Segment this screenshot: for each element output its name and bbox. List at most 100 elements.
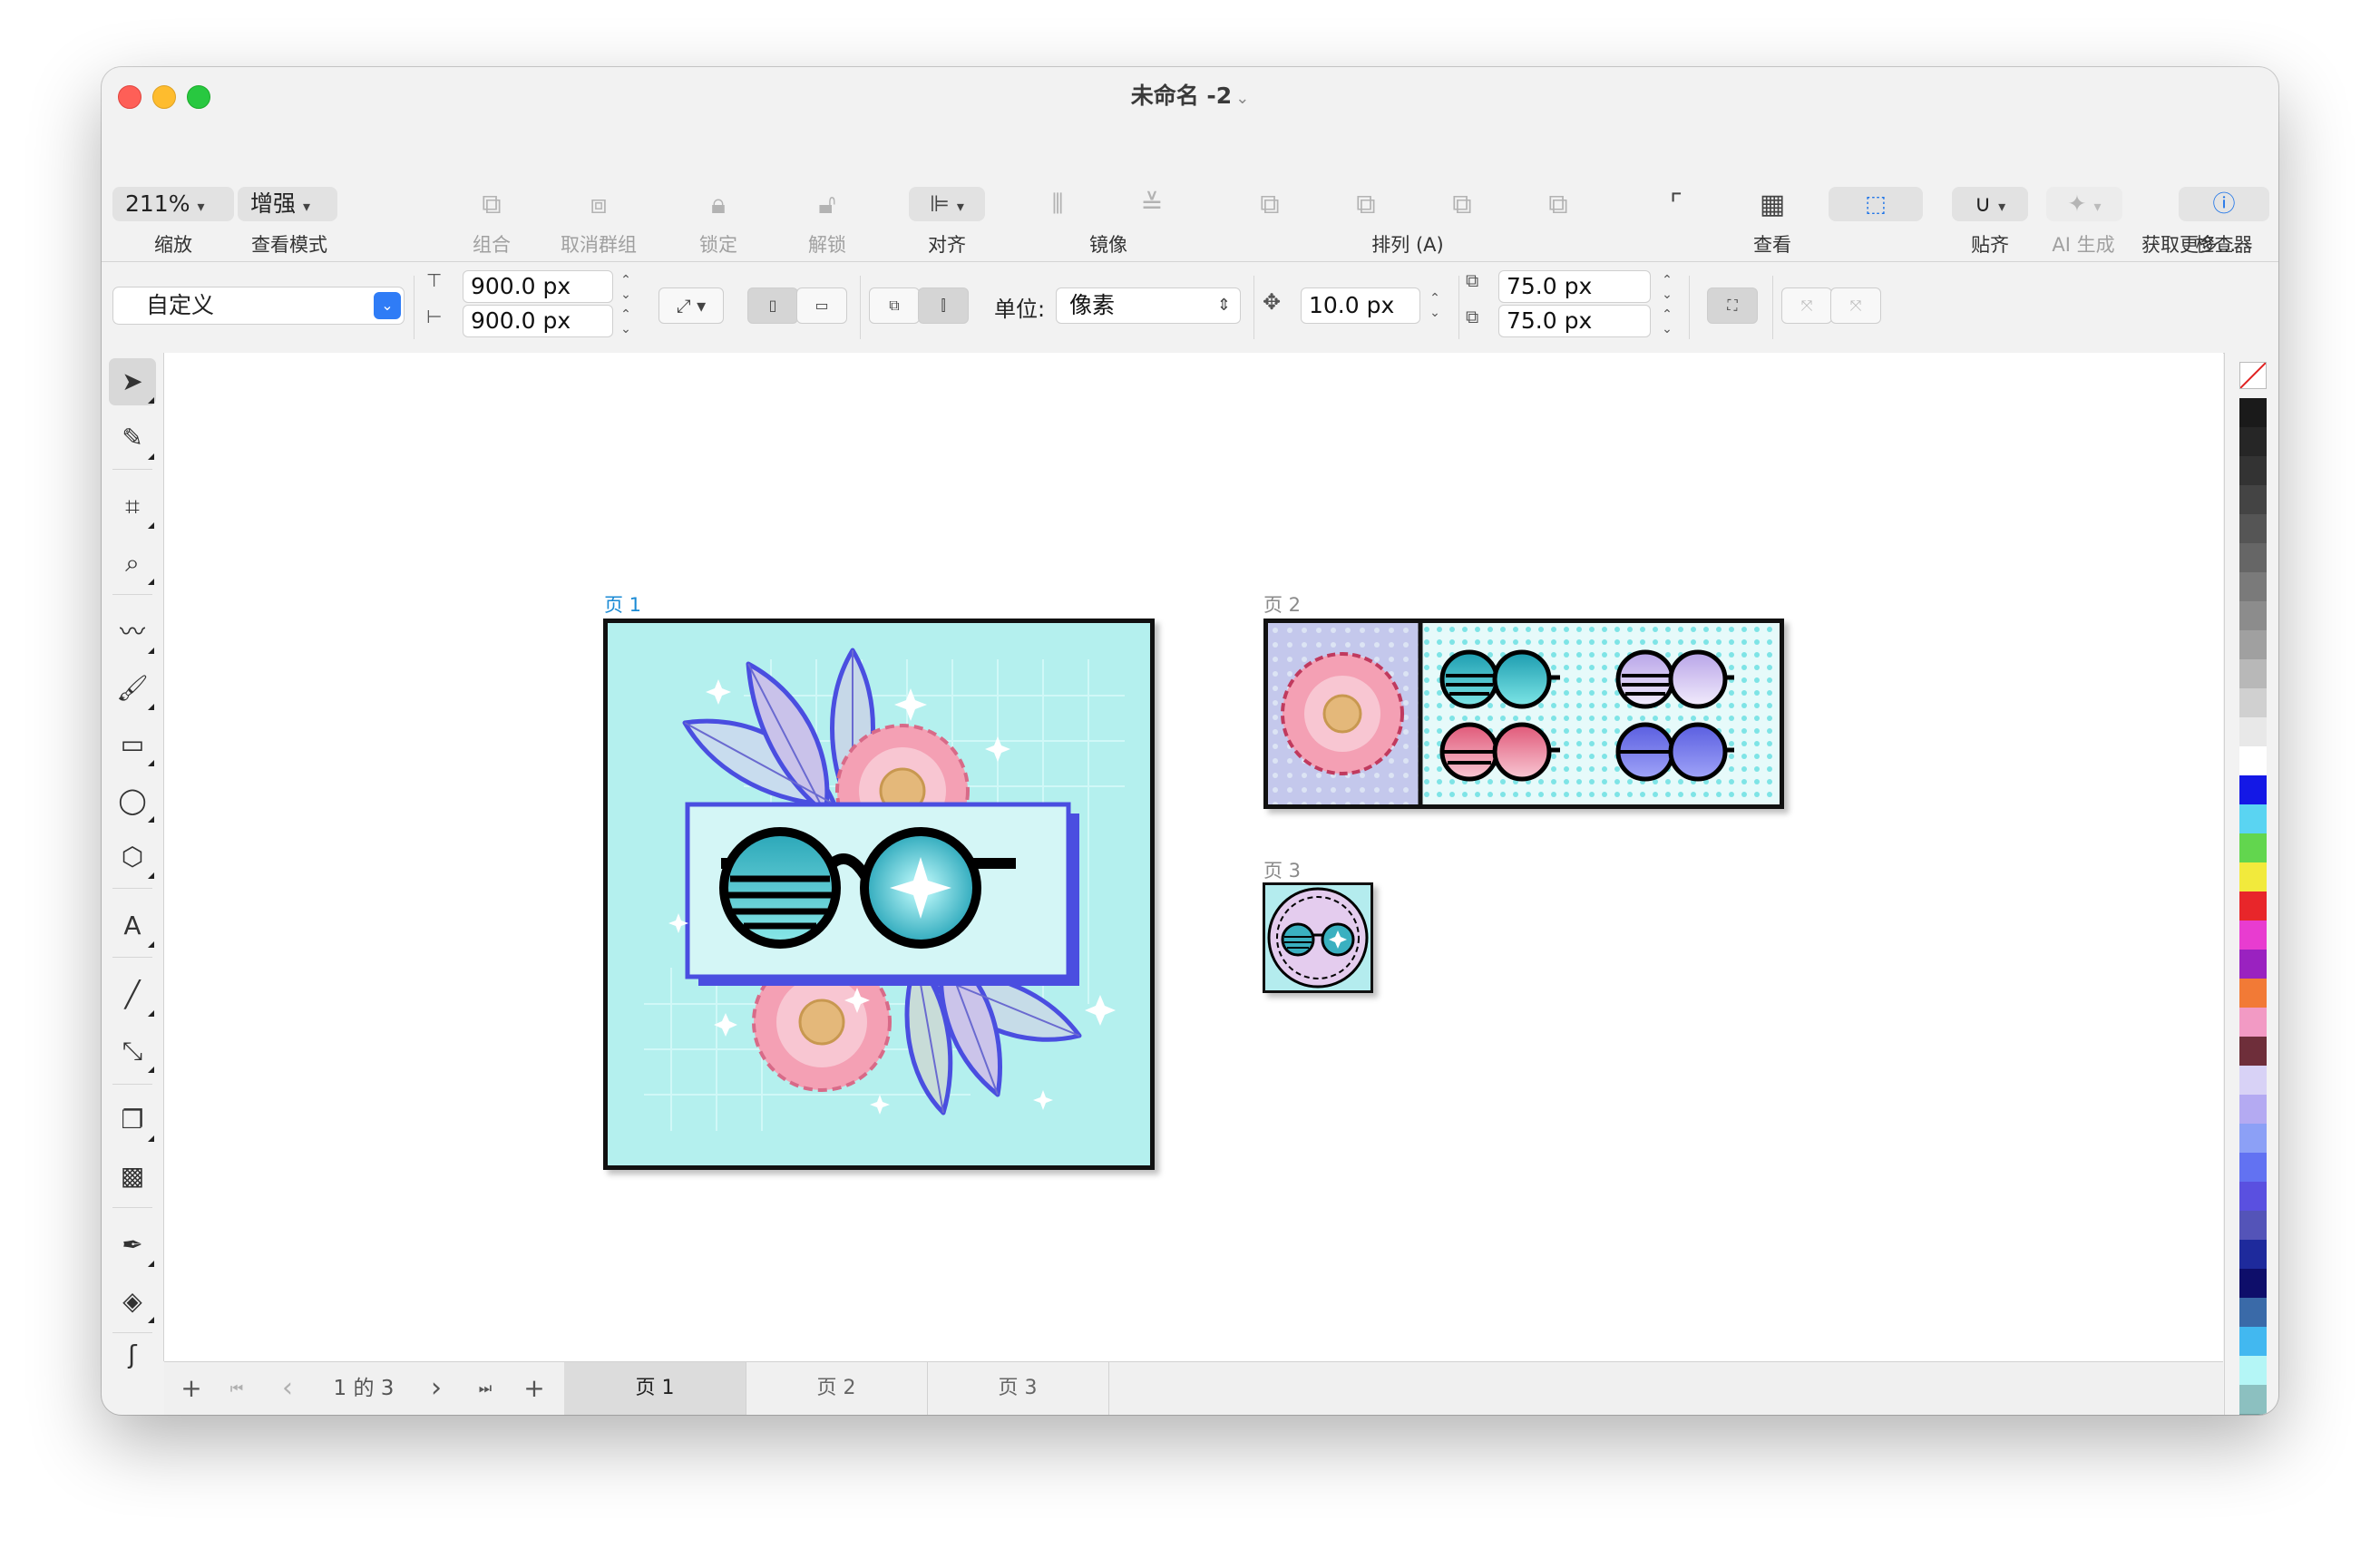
- color-swatch[interactable]: [2239, 427, 2267, 456]
- freehand-tool[interactable]: 〰: [109, 609, 156, 656]
- zoom-tool[interactable]: ⌕: [109, 540, 156, 587]
- color-swatch[interactable]: [2239, 659, 2267, 688]
- duplicate-y-field[interactable]: 75.0 px: [1498, 305, 1651, 337]
- page-width-field[interactable]: 900.0 px: [463, 270, 613, 303]
- nudge-distance-field[interactable]: 10.0 px: [1301, 287, 1420, 324]
- duplicate-x-field[interactable]: 75.0 px: [1498, 270, 1651, 303]
- color-swatch[interactable]: [2239, 1182, 2267, 1211]
- landscape-button[interactable]: ▭: [796, 287, 847, 324]
- to-back-icon[interactable]: ⧉: [1540, 187, 1576, 223]
- color-swatch[interactable]: [2239, 1414, 2267, 1415]
- fill-tool[interactable]: ◈: [109, 1278, 156, 1325]
- drawing-canvas[interactable]: 页 1 页 2 页 3: [164, 353, 2223, 1361]
- color-swatch[interactable]: [2239, 601, 2267, 630]
- color-swatch[interactable]: [2239, 862, 2267, 891]
- color-swatch[interactable]: [2239, 1211, 2267, 1240]
- color-swatch[interactable]: [2239, 1240, 2267, 1269]
- transform-lock-button[interactable]: ⤧: [1781, 287, 1832, 324]
- color-swatch[interactable]: [2239, 688, 2267, 717]
- prev-page-button[interactable]: ‹: [269, 1362, 306, 1415]
- guidelines-toggle[interactable]: ⬚: [1829, 187, 1923, 221]
- color-swatch[interactable]: [2239, 1124, 2267, 1153]
- page-2[interactable]: [1263, 619, 1784, 809]
- color-swatch[interactable]: [2239, 1356, 2267, 1385]
- duplicate-x-stepper[interactable]: ⌃ ⌄: [1658, 273, 1676, 302]
- lock-icon[interactable]: 🔒︎: [700, 187, 736, 223]
- color-swatch[interactable]: [2239, 1008, 2267, 1037]
- color-swatch[interactable]: [2239, 1037, 2267, 1066]
- color-swatch[interactable]: [2239, 1327, 2267, 1356]
- treat-as-filled-button[interactable]: ⛶: [1707, 287, 1758, 324]
- color-swatch[interactable]: [2239, 1298, 2267, 1327]
- document-title[interactable]: 未命名 -2 ⌄: [102, 78, 2278, 111]
- transform-unlock-button[interactable]: ⤧: [1830, 287, 1881, 324]
- color-swatch[interactable]: [2239, 1385, 2267, 1414]
- snap-dropdown[interactable]: ∪ ▾: [1952, 187, 2028, 221]
- no-color-swatch[interactable]: [2239, 362, 2267, 389]
- smear-tool[interactable]: ʃ: [109, 1341, 156, 1369]
- color-swatch[interactable]: [2239, 775, 2267, 804]
- color-swatch[interactable]: [2239, 979, 2267, 1008]
- connector-tool[interactable]: ⤡: [109, 1028, 156, 1075]
- to-front-icon[interactable]: ⧉: [1252, 187, 1288, 223]
- grid-icon[interactable]: ▦: [1754, 187, 1790, 223]
- color-swatch[interactable]: [2239, 1153, 2267, 1182]
- width-stepper[interactable]: ⌃ ⌄: [617, 273, 635, 302]
- line-tool[interactable]: ╱: [109, 971, 156, 1018]
- color-swatch[interactable]: [2239, 891, 2267, 921]
- page-1[interactable]: [603, 619, 1155, 1170]
- page-tab-3[interactable]: 页 3: [927, 1362, 1109, 1415]
- color-swatch[interactable]: [2239, 950, 2267, 979]
- page-tab-1[interactable]: 页 1: [564, 1362, 746, 1415]
- view-mode-dropdown[interactable]: 增强 ▾: [238, 187, 337, 221]
- unlock-icon[interactable]: 🔓︎: [809, 187, 845, 223]
- page-3-label[interactable]: 页 3: [1263, 856, 1301, 883]
- duplicate-y-stepper[interactable]: ⌃ ⌄: [1658, 307, 1676, 336]
- shadow-tool[interactable]: ❐: [109, 1096, 156, 1144]
- unit-select[interactable]: 像素 ⇕: [1056, 287, 1241, 324]
- shape-tool[interactable]: ✎: [109, 414, 156, 462]
- next-page-button[interactable]: ›: [418, 1362, 454, 1415]
- color-swatch[interactable]: [2239, 456, 2267, 485]
- add-page-after-button[interactable]: +: [516, 1362, 552, 1415]
- current-page-button[interactable]: ⫿: [918, 287, 969, 324]
- color-swatch[interactable]: [2239, 572, 2267, 601]
- color-swatch[interactable]: [2239, 804, 2267, 833]
- ellipse-tool[interactable]: ◯: [109, 777, 156, 824]
- color-swatch[interactable]: [2239, 485, 2267, 514]
- page-size-dropdown[interactable]: ⤢ ▾: [658, 287, 724, 324]
- color-swatch[interactable]: [2239, 398, 2267, 427]
- height-stepper[interactable]: ⌃ ⌄: [617, 307, 635, 336]
- mirror-horizontal-icon[interactable]: ⫴: [1039, 187, 1076, 223]
- last-page-button[interactable]: ⏭: [467, 1362, 503, 1415]
- color-swatch[interactable]: [2239, 630, 2267, 659]
- transparency-tool[interactable]: ▩: [109, 1153, 156, 1200]
- eyedropper-tool[interactable]: ✒: [109, 1222, 156, 1269]
- page-3[interactable]: [1263, 882, 1373, 993]
- color-swatch[interactable]: [2239, 717, 2267, 746]
- crop-tool[interactable]: ⌗: [109, 483, 156, 531]
- page-2-label[interactable]: 页 2: [1263, 590, 1301, 618]
- color-swatch[interactable]: [2239, 921, 2267, 950]
- page-preset-select[interactable]: 自定义 ⌄: [112, 287, 405, 325]
- color-swatch[interactable]: [2239, 514, 2267, 543]
- first-page-button[interactable]: ⏮: [219, 1362, 255, 1415]
- mirror-vertical-icon[interactable]: ≚: [1134, 187, 1170, 223]
- color-swatch[interactable]: [2239, 1095, 2267, 1124]
- inspector-button[interactable]: ⓘ: [2179, 187, 2269, 221]
- pick-tool[interactable]: ➤: [109, 358, 156, 405]
- color-swatch[interactable]: [2239, 1066, 2267, 1095]
- ai-generate-dropdown[interactable]: ✦ ▾: [2046, 187, 2122, 221]
- portrait-button[interactable]: ▯: [747, 287, 798, 324]
- color-swatch[interactable]: [2239, 833, 2267, 862]
- page-tab-2[interactable]: 页 2: [746, 1362, 928, 1415]
- color-swatch[interactable]: [2239, 543, 2267, 572]
- page-1-label[interactable]: 页 1: [604, 590, 641, 618]
- add-page-before-button[interactable]: +: [173, 1362, 210, 1415]
- back-one-icon[interactable]: ⧉: [1444, 187, 1480, 223]
- rectangle-tool[interactable]: ▭: [109, 721, 156, 768]
- all-pages-button[interactable]: ⧉: [869, 287, 920, 324]
- rulers-icon[interactable]: ⌜: [1658, 187, 1694, 223]
- align-dropdown[interactable]: ⊫ ▾: [909, 187, 985, 221]
- nudge-stepper[interactable]: ⌃ ⌄: [1426, 291, 1444, 320]
